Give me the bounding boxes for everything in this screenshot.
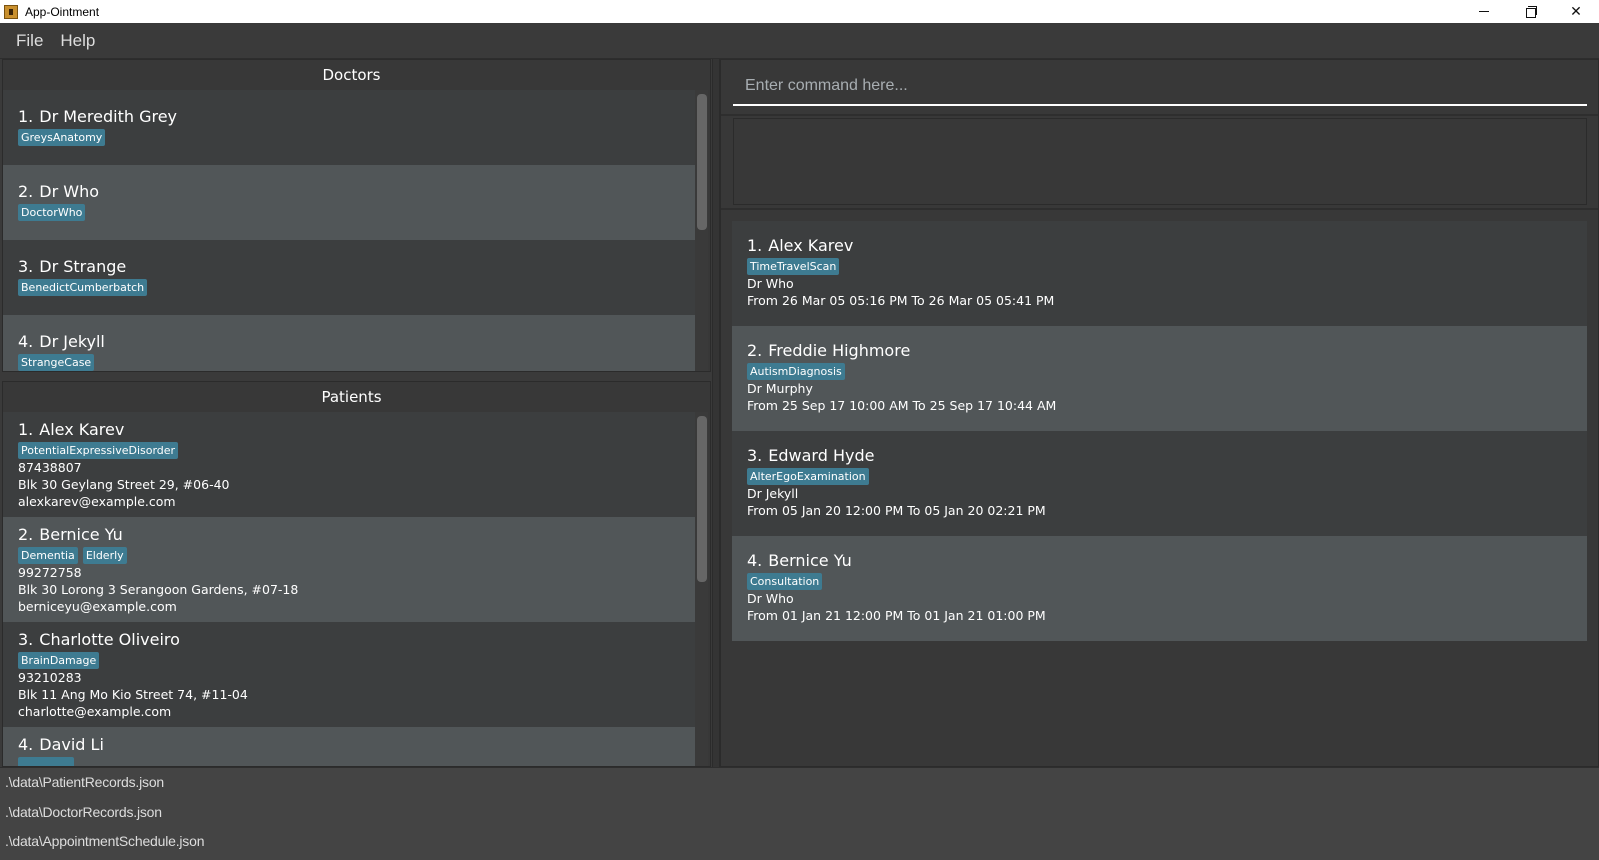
appointment-patient: Bernice Yu — [768, 551, 852, 570]
menu-bar: File Help — [0, 23, 1599, 59]
appointment-schedule-path: .\data\AppointmentSchedule.json — [5, 833, 205, 849]
appointment-doctor: Dr Who — [747, 276, 794, 291]
doctor-card[interactable]: 3. Dr Strange BenedictCumberbatch — [3, 240, 699, 315]
patient-index: 1. — [18, 420, 34, 439]
separator — [721, 114, 1598, 116]
patient-tag: Elderly — [82, 547, 127, 564]
patient-card[interactable]: 3. Charlotte Oliveiro BrainDamage 9321028… — [3, 622, 699, 727]
appointment-time: From 25 Sep 17 10:00 AM To 25 Sep 17 10:… — [747, 398, 1057, 413]
doctor-card[interactable]: 2. Dr Who DoctorWho — [3, 165, 699, 240]
patient-tag: PotentialExpressiveDisorder — [18, 442, 179, 459]
patient-tag: Dementia — [18, 547, 78, 564]
doctor-index: 2. — [18, 182, 34, 201]
appointment-tag: AlterEgoExamination — [747, 468, 869, 485]
patient-phone: 87438807 — [18, 460, 82, 475]
left-column: Doctors 1. Dr Meredith Grey GreysAnatomy … — [0, 59, 713, 767]
doctor-name: Dr Meredith Grey — [39, 107, 178, 126]
patient-phone: 93210283 — [18, 670, 82, 685]
appointment-patient: Alex Karev — [768, 236, 854, 255]
command-input[interactable] — [733, 68, 1587, 106]
patients-panel: Patients 1. Alex Karev PotentialExpressiv… — [2, 381, 711, 767]
patient-name: Alex Karev — [39, 420, 125, 439]
doctor-scroll-thumb[interactable] — [697, 94, 707, 230]
appointment-index: 1. — [747, 236, 763, 255]
right-column: 1. Alex Karev TimeTravelScan Dr Who From … — [720, 59, 1599, 767]
patient-name: Charlotte Oliveiro — [39, 630, 180, 649]
result-display — [733, 118, 1587, 205]
app-icon — [4, 4, 18, 19]
doctor-tag: StrangeCase — [18, 354, 95, 371]
patient-index: 2. — [18, 525, 34, 544]
doctors-header: Doctors — [322, 66, 381, 84]
window-title: App-Ointment — [25, 4, 100, 19]
doctor-list-scrollbar[interactable] — [695, 90, 708, 371]
patient-phone: 99272758 — [18, 565, 82, 580]
close-icon[interactable]: ✕ — [1553, 0, 1599, 23]
patient-address: Blk 30 Lorong 3 Serangoon Gardens, #07-1… — [18, 582, 299, 597]
appointment-card[interactable]: 1. Alex Karev TimeTravelScan Dr Who From … — [732, 221, 1587, 326]
doctor-index: 1. — [18, 107, 34, 126]
appointment-time: From 01 Jan 21 12:00 PM To 01 Jan 21 01:… — [747, 608, 1046, 623]
patient-email: alexkarev@example.com — [18, 494, 176, 509]
doctor-records-path: .\data\DoctorRecords.json — [5, 803, 162, 820]
patient-index: 3. — [18, 630, 34, 649]
appointment-card[interactable]: 4. Bernice Yu Consultation Dr Who From 01… — [732, 536, 1587, 641]
doctor-tag: BenedictCumberbatch — [18, 279, 148, 296]
title-bar: App-Ointment ✕ — [0, 0, 1599, 23]
appointment-card[interactable]: 3. Edward Hyde AlterEgoExamination Dr Jek… — [732, 431, 1587, 536]
appointment-time: From 26 Mar 05 05:16 PM To 26 Mar 05 05:… — [747, 293, 1055, 308]
patient-email: berniceyu@example.com — [18, 599, 177, 614]
appointment-patient: Freddie Highmore — [768, 341, 911, 360]
appointment-index: 3. — [747, 446, 763, 465]
appointment-index: 4. — [747, 551, 763, 570]
patient-card[interactable]: 1. Alex Karev PotentialExpressiveDisorder… — [3, 412, 699, 517]
patient-list: 1. Alex Karev PotentialExpressiveDisorder… — [3, 412, 699, 766]
appointment-doctor: Dr Murphy — [747, 381, 813, 396]
appointment-doctor: Dr Who — [747, 591, 794, 606]
patients-header: Patients — [321, 388, 382, 406]
doctor-name: Dr Jekyll — [39, 332, 105, 351]
appointment-card[interactable]: 2. Freddie Highmore AutismDiagnosis Dr Mu… — [732, 326, 1587, 431]
patient-name: David Li — [39, 735, 104, 754]
doctor-tag: GreysAnatomy — [18, 129, 106, 146]
patient-index: 4. — [18, 735, 34, 754]
appointment-index: 2. — [747, 341, 763, 360]
patient-records-path: .\data\PatientRecords.json — [5, 774, 165, 790]
doctor-card[interactable]: 4. Dr Jekyll StrangeCase — [3, 315, 699, 371]
doctor-name: Dr Who — [39, 182, 99, 201]
doctor-name: Dr Strange — [39, 257, 127, 276]
status-bar: .\data\PatientRecords.json .\data\Doctor… — [0, 767, 1599, 860]
menu-file[interactable]: File — [16, 31, 43, 51]
patient-address: Blk 11 Ang Mo Kio Street 74, #11-04 — [18, 687, 248, 702]
appointment-tag: AutismDiagnosis — [747, 363, 845, 380]
separator — [721, 208, 1598, 210]
appointment-tag: Consultation — [747, 573, 823, 590]
split-pane-divider[interactable] — [712, 59, 720, 767]
patient-name: Bernice Yu — [39, 525, 123, 544]
doctors-panel: Doctors 1. Dr Meredith Grey GreysAnatomy … — [2, 59, 711, 372]
command-box — [721, 60, 1598, 114]
menu-help[interactable]: Help — [60, 31, 95, 51]
patient-tag: BrainDamage — [18, 652, 100, 669]
appointment-list: 1. Alex Karev TimeTravelScan Dr Who From … — [732, 221, 1587, 641]
appointment-tag: TimeTravelScan — [747, 258, 840, 275]
doctor-index: 4. — [18, 332, 34, 351]
patient-tag — [18, 757, 74, 766]
patient-card[interactable]: 4. David Li — [3, 727, 699, 766]
doctor-index: 3. — [18, 257, 34, 276]
patient-email: charlotte@example.com — [18, 704, 172, 719]
patient-list-scrollbar[interactable] — [695, 412, 708, 766]
restore-icon[interactable] — [1507, 0, 1553, 23]
patient-address: Blk 30 Geylang Street 29, #06-40 — [18, 477, 230, 492]
window-controls: ✕ — [1461, 0, 1599, 23]
patient-card[interactable]: 2. Bernice Yu Dementia Elderly 99272758 B… — [3, 517, 699, 622]
patient-scroll-thumb[interactable] — [697, 416, 707, 582]
doctor-card[interactable]: 1. Dr Meredith Grey GreysAnatomy — [3, 90, 699, 165]
doctor-tag: DoctorWho — [18, 204, 86, 221]
appointment-time: From 05 Jan 20 12:00 PM To 05 Jan 20 02:… — [747, 503, 1046, 518]
appointment-doctor: Dr Jekyll — [747, 486, 799, 501]
doctor-list: 1. Dr Meredith Grey GreysAnatomy 2. Dr Who… — [3, 90, 699, 371]
appointment-patient: Edward Hyde — [768, 446, 875, 465]
minimize-icon[interactable] — [1461, 0, 1507, 23]
